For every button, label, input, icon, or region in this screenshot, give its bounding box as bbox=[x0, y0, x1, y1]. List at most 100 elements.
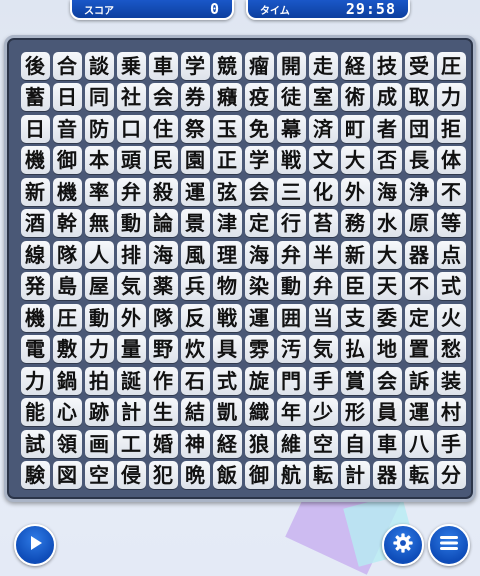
kanji-tile[interactable]: 経 bbox=[212, 429, 242, 458]
kanji-tile[interactable]: 飯 bbox=[212, 461, 242, 490]
kanji-tile[interactable]: 大 bbox=[340, 146, 370, 175]
kanji-tile[interactable]: 乗 bbox=[116, 51, 146, 80]
kanji-tile[interactable]: 験 bbox=[20, 461, 50, 490]
kanji-tile[interactable]: 人 bbox=[84, 240, 114, 269]
kanji-tile[interactable]: 画 bbox=[84, 429, 114, 458]
kanji-tile[interactable]: 幹 bbox=[52, 209, 82, 238]
kanji-tile[interactable]: 作 bbox=[148, 366, 178, 395]
kanji-tile[interactable]: 定 bbox=[404, 303, 434, 332]
kanji-tile[interactable]: 転 bbox=[308, 461, 338, 490]
kanji-tile[interactable]: 織 bbox=[244, 398, 274, 427]
menu-button[interactable] bbox=[428, 524, 470, 566]
kanji-tile[interactable]: 手 bbox=[308, 366, 338, 395]
kanji-tile[interactable]: 兵 bbox=[180, 272, 210, 301]
kanji-tile[interactable]: 技 bbox=[372, 51, 402, 80]
kanji-tile[interactable]: 機 bbox=[52, 177, 82, 206]
kanji-tile[interactable]: 狼 bbox=[244, 429, 274, 458]
kanji-tile[interactable]: 成 bbox=[372, 83, 402, 112]
kanji-tile[interactable]: 戦 bbox=[276, 146, 306, 175]
kanji-tile[interactable]: 具 bbox=[212, 335, 242, 364]
kanji-tile[interactable]: 汚 bbox=[276, 335, 306, 364]
kanji-tile[interactable]: 免 bbox=[244, 114, 274, 143]
kanji-tile[interactable]: 図 bbox=[52, 461, 82, 490]
kanji-tile[interactable]: 大 bbox=[372, 240, 402, 269]
kanji-tile[interactable]: 音 bbox=[52, 114, 82, 143]
kanji-tile[interactable]: 行 bbox=[276, 209, 306, 238]
kanji-tile[interactable]: 動 bbox=[276, 272, 306, 301]
kanji-tile[interactable]: 合 bbox=[52, 51, 82, 80]
kanji-tile[interactable]: 無 bbox=[84, 209, 114, 238]
kanji-tile[interactable]: 戦 bbox=[212, 303, 242, 332]
kanji-tile[interactable]: 計 bbox=[340, 461, 370, 490]
kanji-tile[interactable]: 取 bbox=[404, 83, 434, 112]
kanji-tile[interactable]: 空 bbox=[84, 461, 114, 490]
kanji-tile[interactable]: 理 bbox=[212, 240, 242, 269]
kanji-tile[interactable]: 少 bbox=[308, 398, 338, 427]
kanji-tile[interactable]: 日 bbox=[20, 114, 50, 143]
kanji-tile[interactable]: 反 bbox=[180, 303, 210, 332]
kanji-tile[interactable]: 否 bbox=[372, 146, 402, 175]
kanji-tile[interactable]: 空 bbox=[308, 429, 338, 458]
kanji-tile[interactable]: 試 bbox=[20, 429, 50, 458]
kanji-tile[interactable]: 疫 bbox=[244, 83, 274, 112]
kanji-tile[interactable]: 敷 bbox=[52, 335, 82, 364]
kanji-tile[interactable]: 園 bbox=[180, 146, 210, 175]
kanji-tile[interactable]: 弁 bbox=[276, 240, 306, 269]
kanji-tile[interactable]: 機 bbox=[20, 303, 50, 332]
kanji-tile[interactable]: 囲 bbox=[276, 303, 306, 332]
kanji-tile[interactable]: 原 bbox=[404, 209, 434, 238]
kanji-tile[interactable]: 計 bbox=[116, 398, 146, 427]
kanji-tile[interactable]: 婚 bbox=[148, 429, 178, 458]
kanji-tile[interactable]: 浄 bbox=[404, 177, 434, 206]
kanji-tile[interactable]: 愁 bbox=[436, 335, 466, 364]
kanji-tile[interactable]: 圧 bbox=[436, 51, 466, 80]
kanji-tile[interactable]: 石 bbox=[180, 366, 210, 395]
settings-button[interactable] bbox=[382, 524, 424, 566]
kanji-tile[interactable]: 会 bbox=[148, 83, 178, 112]
kanji-tile[interactable]: 動 bbox=[116, 209, 146, 238]
kanji-tile[interactable]: 団 bbox=[404, 114, 434, 143]
kanji-tile[interactable]: 運 bbox=[404, 398, 434, 427]
kanji-tile[interactable]: 天 bbox=[372, 272, 402, 301]
kanji-tile[interactable]: 神 bbox=[180, 429, 210, 458]
kanji-tile[interactable]: 学 bbox=[244, 146, 274, 175]
kanji-tile[interactable]: 弁 bbox=[116, 177, 146, 206]
kanji-tile[interactable]: 癪 bbox=[212, 83, 242, 112]
kanji-tile[interactable]: 車 bbox=[372, 429, 402, 458]
kanji-tile[interactable]: 侵 bbox=[116, 461, 146, 490]
kanji-tile[interactable]: 機 bbox=[20, 146, 50, 175]
kanji-tile[interactable]: 排 bbox=[116, 240, 146, 269]
kanji-tile[interactable]: 領 bbox=[52, 429, 82, 458]
kanji-tile[interactable]: 拒 bbox=[436, 114, 466, 143]
kanji-tile[interactable]: 外 bbox=[116, 303, 146, 332]
kanji-tile[interactable]: 会 bbox=[372, 366, 402, 395]
kanji-tile[interactable]: 後 bbox=[20, 51, 50, 80]
kanji-tile[interactable]: 員 bbox=[372, 398, 402, 427]
kanji-tile[interactable]: 圧 bbox=[52, 303, 82, 332]
kanji-tile[interactable]: 同 bbox=[84, 83, 114, 112]
kanji-tile[interactable]: 弁 bbox=[308, 272, 338, 301]
kanji-tile[interactable]: 等 bbox=[436, 209, 466, 238]
kanji-tile[interactable]: 定 bbox=[244, 209, 274, 238]
kanji-tile[interactable]: 年 bbox=[276, 398, 306, 427]
kanji-tile[interactable]: 火 bbox=[436, 303, 466, 332]
kanji-tile[interactable]: 術 bbox=[340, 83, 370, 112]
kanji-tile[interactable]: 臣 bbox=[340, 272, 370, 301]
kanji-tile[interactable]: 生 bbox=[148, 398, 178, 427]
kanji-tile[interactable]: 自 bbox=[340, 429, 370, 458]
kanji-tile[interactable]: 器 bbox=[404, 240, 434, 269]
kanji-tile[interactable]: 動 bbox=[84, 303, 114, 332]
kanji-tile[interactable]: 日 bbox=[52, 83, 82, 112]
kanji-tile[interactable]: 正 bbox=[212, 146, 242, 175]
kanji-tile[interactable]: 社 bbox=[116, 83, 146, 112]
kanji-tile[interactable]: 化 bbox=[308, 177, 338, 206]
kanji-tile[interactable]: 不 bbox=[436, 177, 466, 206]
kanji-tile[interactable]: 風 bbox=[180, 240, 210, 269]
kanji-tile[interactable]: 式 bbox=[212, 366, 242, 395]
kanji-tile[interactable]: 済 bbox=[308, 114, 338, 143]
kanji-tile[interactable]: 学 bbox=[180, 51, 210, 80]
kanji-tile[interactable]: 半 bbox=[308, 240, 338, 269]
kanji-tile[interactable]: 雰 bbox=[244, 335, 274, 364]
kanji-tile[interactable]: 弦 bbox=[212, 177, 242, 206]
kanji-tile[interactable]: 地 bbox=[372, 335, 402, 364]
